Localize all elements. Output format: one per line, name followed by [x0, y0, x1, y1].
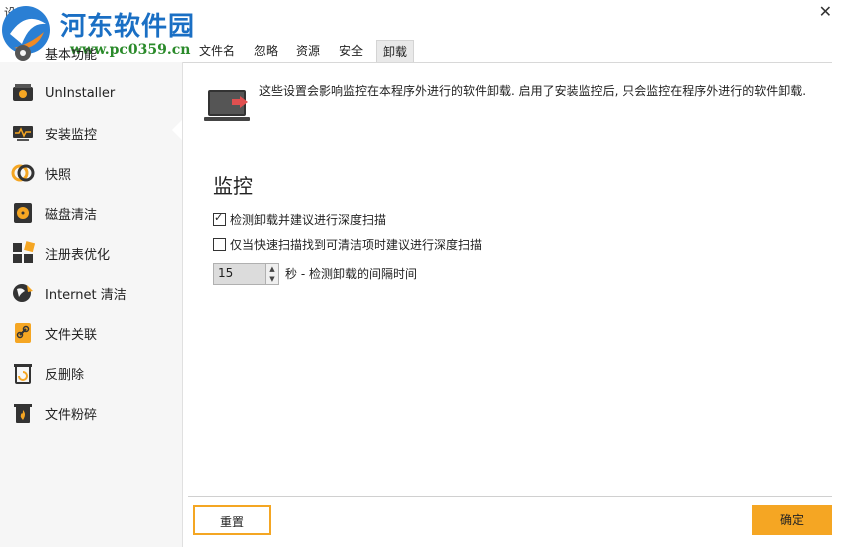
sidebar-item-basic[interactable]: 基本功能 [0, 34, 182, 72]
tab-divider [182, 62, 832, 63]
tab-ignore[interactable]: 忽略 [250, 40, 282, 62]
stepper-buttons: ▲ ▼ [265, 264, 278, 284]
selection-pointer [172, 120, 182, 140]
sidebar-item-label: Internet 清洁 [45, 287, 127, 303]
interval-label: 秒 - 检测卸载的间隔时间 [285, 267, 417, 281]
stepper-down-icon[interactable]: ▼ [266, 274, 278, 284]
sidebar-item-install-monitor[interactable]: 安装监控 [0, 114, 182, 152]
sidebar-item-uninstaller[interactable]: UnInstaller [0, 74, 182, 112]
sidebar-item-label: 基本功能 [45, 47, 98, 63]
sidebar-item-label: UnInstaller [45, 85, 116, 101]
ok-button[interactable]: 确定 [752, 505, 832, 535]
description-text: 这些设置会影响监控在本程序外进行的软件卸载. 启用了安装监控后, 只会监控在程序… [259, 84, 807, 98]
sidebar-item-label: 文件粉碎 [45, 407, 98, 423]
option-label: 检测卸载并建议进行深度扫描 [230, 213, 387, 227]
option-quick-scan-only[interactable]: 仅当快速扫描找到可清洁项时建议进行深度扫描 [213, 236, 482, 253]
tab-uninstall[interactable]: 卸载 [376, 40, 414, 63]
shredder-icon [11, 401, 35, 425]
sidebar-item-label: 安装监控 [45, 127, 98, 143]
tab-resources[interactable]: 资源 [292, 40, 324, 62]
detect-uninstall-checkbox[interactable] [213, 211, 226, 226]
disk-cleaner-icon [11, 201, 35, 225]
footer-divider [188, 496, 832, 497]
stepper-up-icon[interactable]: ▲ [266, 264, 278, 274]
section-title: 监控 [213, 174, 253, 198]
quick-scan-only-checkbox[interactable] [213, 238, 226, 251]
sidebar-item-label: 注册表优化 [45, 247, 111, 263]
tab-filename[interactable]: 文件名 [196, 40, 238, 62]
sidebar-item-label: 反删除 [45, 367, 85, 383]
sidebar-item-label: 磁盘清洁 [45, 207, 98, 223]
interval-value[interactable]: 15 [218, 266, 233, 280]
sidebar-item-disk-cleaner[interactable]: 磁盘清洁 [0, 194, 182, 232]
uninstaller-icon [11, 81, 35, 105]
install-monitor-icon [11, 121, 35, 145]
option-detect-uninstall[interactable]: 检测卸载并建议进行深度扫描 [213, 211, 386, 228]
interval-stepper[interactable]: 15 ▲ ▼ [213, 263, 279, 285]
laptop-uninstall-icon [204, 90, 250, 121]
sidebar-item-internet-cleaner[interactable]: Internet 清洁 [0, 274, 182, 312]
sidebar-item-label: 文件关联 [45, 327, 98, 343]
sidebar-item-undelete[interactable]: 反删除 [0, 354, 182, 392]
sidebar-item-registry[interactable]: 注册表优化 [0, 234, 182, 272]
file-link-icon [11, 321, 35, 345]
sidebar-item-snapshot[interactable]: 快照 [0, 154, 182, 192]
sidebar-item-label: 快照 [45, 167, 72, 183]
undelete-icon [11, 361, 35, 385]
globe-icon [11, 281, 35, 305]
gear-icon [11, 41, 35, 65]
reset-button[interactable]: 重置 [193, 505, 271, 535]
sidebar-item-file-association[interactable]: 文件关联 [0, 314, 182, 352]
close-button[interactable]: ✕ [819, 3, 832, 21]
tab-security[interactable]: 安全 [335, 40, 367, 62]
option-label: 仅当快速扫描找到可清洁项时建议进行深度扫描 [230, 238, 483, 252]
registry-icon [11, 241, 36, 265]
sidebar-item-shredder[interactable]: 文件粉碎 [0, 394, 182, 432]
snapshot-icon [11, 161, 35, 185]
